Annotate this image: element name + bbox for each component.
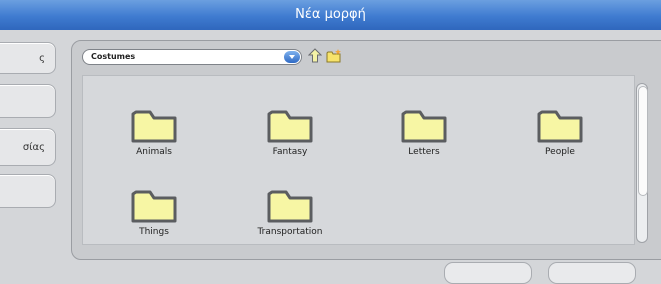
file-list-area: Animals Fantasy Letters People Things Tr… bbox=[82, 75, 635, 245]
window-title-bar: Νέα μορφή bbox=[0, 0, 661, 30]
folder-item[interactable]: Fantasy bbox=[245, 106, 335, 157]
window-title: Νέα μορφή bbox=[295, 7, 366, 22]
folder-up-icon[interactable] bbox=[308, 48, 322, 64]
folder-dropdown[interactable]: Costumes bbox=[82, 49, 302, 65]
folder-label: Animals bbox=[136, 147, 172, 157]
folder-icon bbox=[401, 110, 447, 143]
sidebar-button-3[interactable]: σίας bbox=[0, 128, 56, 166]
folder-label: Things bbox=[139, 227, 169, 237]
file-browser-panel: Costumes Animals Fantasy Letters People … bbox=[71, 40, 661, 260]
vertical-scrollbar[interactable] bbox=[636, 83, 648, 243]
folder-label: Transportation bbox=[257, 227, 323, 237]
folder-item[interactable]: Animals bbox=[109, 106, 199, 157]
sidebar-button-label: ς bbox=[39, 53, 45, 64]
folder-item[interactable]: Letters bbox=[379, 106, 469, 157]
chevron-down-icon[interactable] bbox=[284, 51, 300, 63]
new-folder-icon[interactable] bbox=[326, 49, 342, 63]
dialog-button-2[interactable] bbox=[548, 262, 636, 284]
sidebar-button-2[interactable] bbox=[0, 84, 56, 118]
folder-label: Letters bbox=[408, 147, 440, 157]
folder-icon bbox=[131, 110, 177, 143]
folder-label: People bbox=[545, 147, 575, 157]
folder-item[interactable]: Transportation bbox=[245, 186, 335, 237]
folder-icon bbox=[131, 190, 177, 223]
folder-item[interactable]: People bbox=[515, 106, 605, 157]
scrollbar-thumb[interactable] bbox=[638, 86, 648, 196]
folder-icon bbox=[267, 190, 313, 223]
folder-icon bbox=[537, 110, 583, 143]
sidebar-button-4[interactable] bbox=[0, 174, 56, 208]
browser-toolbar: Costumes bbox=[82, 48, 382, 67]
dialog-button-1[interactable] bbox=[444, 262, 532, 284]
sidebar-button-label: σίας bbox=[22, 142, 45, 153]
sidebar-button-1[interactable]: ς bbox=[0, 42, 56, 74]
folder-dropdown-value: Costumes bbox=[91, 52, 136, 61]
folder-label: Fantasy bbox=[272, 147, 308, 157]
folder-item[interactable]: Things bbox=[109, 186, 199, 237]
folder-icon bbox=[267, 110, 313, 143]
